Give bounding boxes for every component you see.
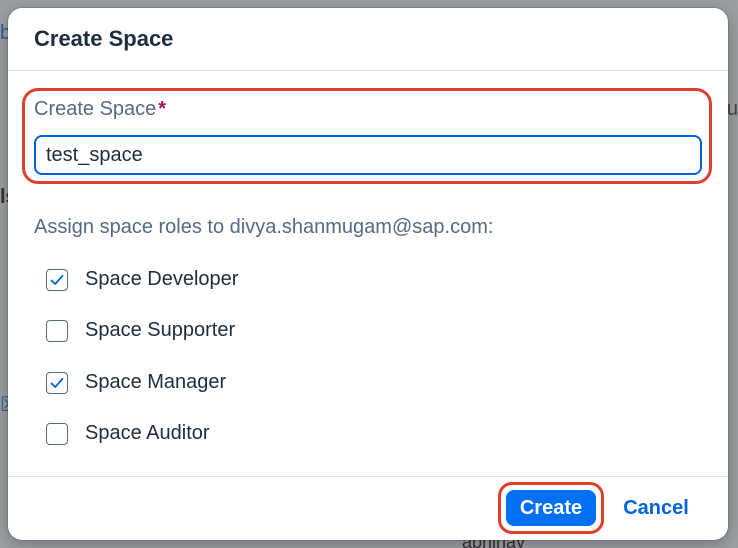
checkbox-checked[interactable] xyxy=(46,268,68,291)
cancel-button[interactable]: Cancel xyxy=(610,490,702,526)
dialog-title: Create Space xyxy=(34,26,174,51)
role-label: Space Developer xyxy=(85,268,239,290)
create-button[interactable]: Create xyxy=(506,490,596,526)
checkbox-unchecked[interactable] xyxy=(46,422,68,445)
space-name-label: Create Space * xyxy=(34,98,166,121)
checkbox-checked[interactable] xyxy=(46,371,68,394)
create-space-dialog: Create Space Create Space* Assign space … xyxy=(8,8,728,540)
role-label: Space Auditor xyxy=(85,422,210,444)
role-space-developer[interactable]: Space Developer xyxy=(46,268,238,291)
role-label: Space Manager xyxy=(85,371,227,393)
role-label: Space Supporter xyxy=(85,319,236,341)
required-marker: * xyxy=(158,98,167,120)
assign-roles-label: Assign space roles to divya.shanmugam@sa… xyxy=(34,216,494,238)
background-text-fragment: u xyxy=(726,98,738,120)
checkbox-unchecked[interactable] xyxy=(46,319,68,342)
dialog-header: Create Space xyxy=(8,8,728,71)
role-space-auditor[interactable]: Space Auditor xyxy=(46,422,210,445)
space-name-label-text: Create Space xyxy=(34,98,157,120)
role-space-manager[interactable]: Space Manager xyxy=(46,371,226,394)
space-name-input[interactable] xyxy=(34,135,702,175)
role-space-supporter[interactable]: Space Supporter xyxy=(46,319,235,342)
